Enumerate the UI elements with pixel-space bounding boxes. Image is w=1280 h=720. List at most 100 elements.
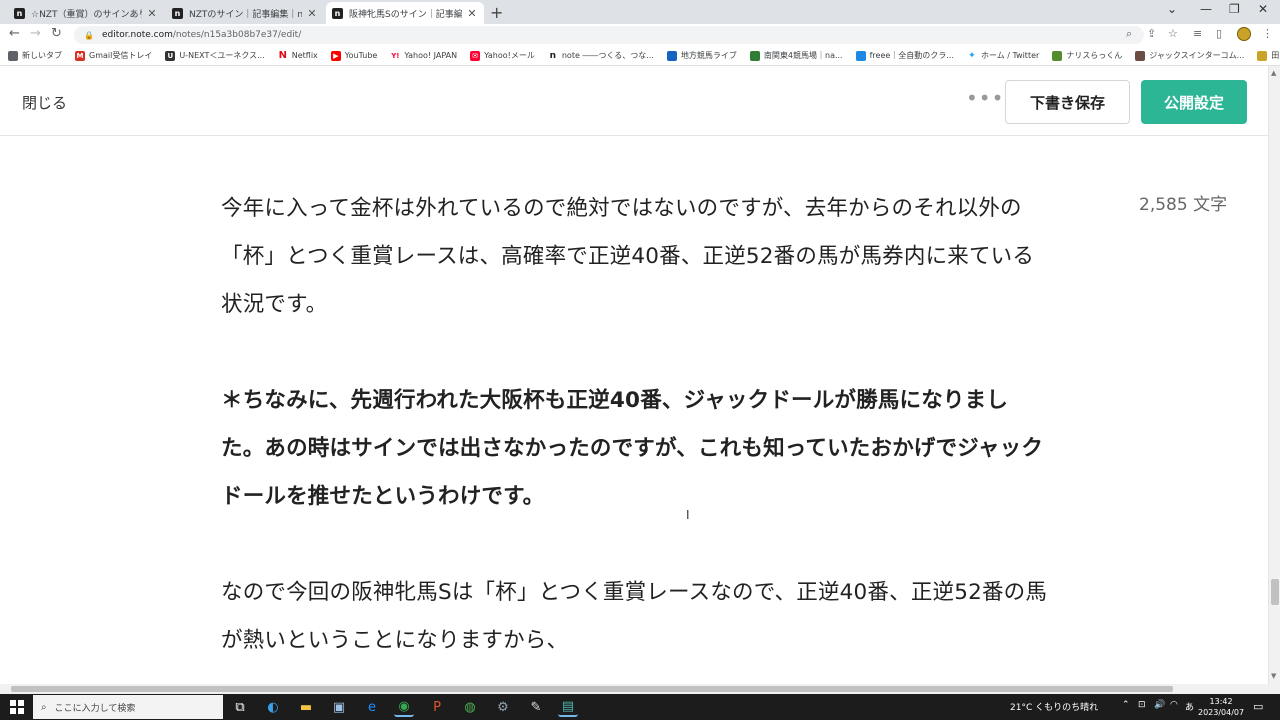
bookmark-item[interactable]: 新しいタブ	[8, 50, 62, 61]
bookmark-item[interactable]: 地方競馬ライブ	[666, 50, 737, 61]
clock-date: 2023/04/07	[1198, 708, 1245, 717]
settings-gear-icon[interactable]: ⚙	[493, 697, 513, 717]
bookmark-label: Netflix	[291, 51, 318, 60]
window-close-icon[interactable]: ✕	[1258, 2, 1268, 16]
note-favicon-icon: n	[172, 7, 183, 19]
horizontal-scroll-thumb[interactable]	[11, 686, 1173, 692]
note-favicon-icon: n	[332, 7, 343, 19]
bookmark-label: Gmail受信トレイ	[89, 51, 153, 60]
file-explorer-icon[interactable]: ▬	[296, 697, 316, 717]
tab-title: ☆NZT（重賞）のサインあり、4月8日	[31, 9, 142, 20]
article-paragraph[interactable]: なので今回の阪神牝馬Sは「杯」とつく重賞レースなので、正逆40番、正逆52番の馬…	[221, 569, 1051, 665]
gmail-icon: M	[75, 50, 85, 61]
bookmark-item[interactable]: U U-NEXT＜ユーネクス...	[165, 50, 265, 61]
bookmark-label: U-NEXT＜ユーネクス...	[179, 51, 265, 60]
scroll-down-icon[interactable]: ▼	[1271, 672, 1276, 680]
bookmark-item[interactable]: freee｜全自動のクラ...	[855, 50, 954, 61]
store-icon[interactable]: ▣	[329, 697, 349, 717]
tab-close-icon[interactable]: ✕	[466, 7, 478, 20]
bookmark-item[interactable]: ▶ YouTube	[330, 50, 378, 61]
note-editor-page: 閉じる ••• 下書き保存 公開設定 2,585 文字 今年に入って金杯は外れて…	[0, 66, 1268, 684]
taskbar-clock[interactable]: 13:42 2023/04/07	[1198, 696, 1244, 718]
save-draft-button[interactable]: 下書き保存	[1005, 80, 1130, 124]
more-options-icon[interactable]: •••	[966, 86, 1004, 110]
pen-app-icon[interactable]: ✎	[526, 697, 546, 717]
reload-icon[interactable]: ↻	[51, 26, 62, 41]
address-bar[interactable]: 🔒 editor.note.com/notes/n15a3b08b7e37/ed…	[74, 26, 1144, 44]
bookmark-item[interactable]: 田中貴金属の販金...	[1257, 50, 1280, 61]
notification-icon[interactable]: ▭	[1253, 700, 1263, 713]
profile-avatar[interactable]	[1237, 27, 1251, 41]
tray-chevron-icon[interactable]: ⌃	[1122, 700, 1130, 710]
share-icon[interactable]: ⇪	[1147, 27, 1156, 40]
close-link[interactable]: 閉じる	[22, 92, 67, 113]
article-paragraph[interactable]: 今年に入って金杯は外れているので絶対ではないのですが、去年からのそれ以外の「杯」…	[221, 185, 1051, 329]
network-icon[interactable]: ⊡	[1138, 700, 1146, 710]
character-count: 2,585 文字	[1139, 195, 1228, 215]
bookmark-item[interactable]: Y! Yahoo! JAPAN	[390, 50, 458, 61]
tab-close-icon[interactable]: ✕	[306, 7, 318, 20]
volume-icon[interactable]: 🔊	[1154, 700, 1165, 710]
horizontal-scrollbar[interactable]	[0, 684, 1280, 694]
star-bookmark-icon[interactable]: ☆	[1168, 27, 1178, 40]
minimize-icon[interactable]: —	[1200, 2, 1212, 16]
bookmark-label: Yahoo! JAPAN	[404, 51, 458, 60]
edge-icon[interactable]: ◐	[263, 697, 283, 717]
publish-settings-button[interactable]: 公開設定	[1141, 80, 1247, 124]
bookmark-icon	[1257, 50, 1268, 61]
browser-toolbar: ← → ↻ 🔒 editor.note.com/notes/n15a3b08b7…	[0, 24, 1280, 46]
bookmark-item[interactable]: M Gmail受信トレイ	[75, 50, 152, 61]
terminal-app-icon[interactable]: ▤	[558, 697, 578, 717]
bookmark-label: ナリスらっくん	[1066, 51, 1123, 60]
new-tab-plus-icon[interactable]: +	[490, 3, 503, 22]
chrome-icon[interactable]: ◉	[394, 697, 414, 717]
bookmark-item[interactable]: ✉ Yahoo!メール	[470, 50, 535, 61]
clock-time: 13:42	[1209, 697, 1233, 706]
weather-widget[interactable]: 21°C くもりのち晴れ	[1010, 700, 1098, 713]
tab-title: 阪神牝馬Sのサイン｜記事編集｜note	[349, 9, 462, 20]
powerpoint-icon[interactable]: P	[427, 697, 447, 717]
zoom-icon[interactable]: ⌕	[1126, 27, 1132, 41]
internet-explorer-icon[interactable]: e	[362, 697, 382, 717]
yahoo-icon: Y!	[390, 50, 401, 61]
app-globe-icon[interactable]: ◍	[460, 697, 480, 717]
reading-list-icon[interactable]: ≡	[1193, 27, 1202, 40]
tab-close-icon[interactable]: ✕	[146, 7, 158, 20]
bookmark-label: 新しいタブ	[22, 51, 62, 60]
bookmark-item[interactable]: n note ――つくる、つな...	[547, 50, 654, 61]
vertical-scroll-thumb[interactable]	[1271, 579, 1279, 605]
browser-tab-2[interactable]: n NZTのサイン｜記事編集｜note ✕	[166, 2, 324, 24]
bookmark-label: YouTube	[344, 51, 378, 60]
twitter-icon: ✦	[966, 50, 977, 61]
windows-start-icon[interactable]	[10, 700, 24, 714]
wifi-icon[interactable]: ◠	[1170, 700, 1178, 710]
youtube-icon: ▶	[330, 50, 341, 61]
bookmark-icon	[1052, 50, 1063, 61]
article-body-editor[interactable]: 今年に入って金杯は外れているので絶対ではないのですが、去年からのそれ以外の「杯」…	[221, 185, 1051, 665]
keiba-live-icon	[666, 50, 677, 61]
task-view-icon[interactable]: ⧉	[230, 697, 250, 717]
scroll-up-icon[interactable]: ▲	[1271, 69, 1276, 77]
vertical-scrollbar[interactable]: ▲ ▼	[1268, 66, 1280, 684]
article-paragraph-bold[interactable]: ＊ちなみに、先週行われた大阪杯も正逆40番、ジャックドールが勝馬になりました。あ…	[221, 377, 1051, 521]
bookmark-item[interactable]: ナリスらっくん	[1052, 50, 1122, 61]
browser-tab-1[interactable]: n ☆NZT（重賞）のサインあり、4月8日 ✕	[8, 2, 164, 24]
bookmark-item[interactable]: 南関東4競馬場｜na...	[749, 50, 843, 61]
bookmark-label: ジャックスインターコム...	[1149, 51, 1245, 60]
restore-icon[interactable]: ❐	[1229, 2, 1240, 16]
globe-icon	[8, 50, 18, 61]
bookmark-item[interactable]: ✦ ホーム / Twitter	[966, 50, 1040, 61]
forward-arrow-icon[interactable]: →	[30, 26, 41, 41]
menu-kebab-icon[interactable]: ⋮	[1262, 27, 1273, 40]
bookmark-item[interactable]: ジャックスインターコム...	[1135, 50, 1244, 61]
bookmark-label: ホーム / Twitter	[980, 51, 1040, 60]
browser-tab-3-active[interactable]: n 阪神牝馬Sのサイン｜記事編集｜note ✕	[326, 2, 484, 24]
back-arrow-icon[interactable]: ←	[9, 26, 20, 41]
search-icon: ⌕	[41, 701, 47, 713]
text-cursor-icon: I	[686, 508, 690, 522]
tab-search-chevron-icon[interactable]: ⌄	[1167, 2, 1177, 16]
ime-indicator[interactable]: あ	[1185, 700, 1194, 713]
side-panel-icon[interactable]: ▯	[1216, 27, 1222, 40]
taskbar-search-box[interactable]: ⌕ ここに入力して検索	[33, 695, 223, 719]
bookmark-item[interactable]: N Netflix	[277, 50, 318, 61]
